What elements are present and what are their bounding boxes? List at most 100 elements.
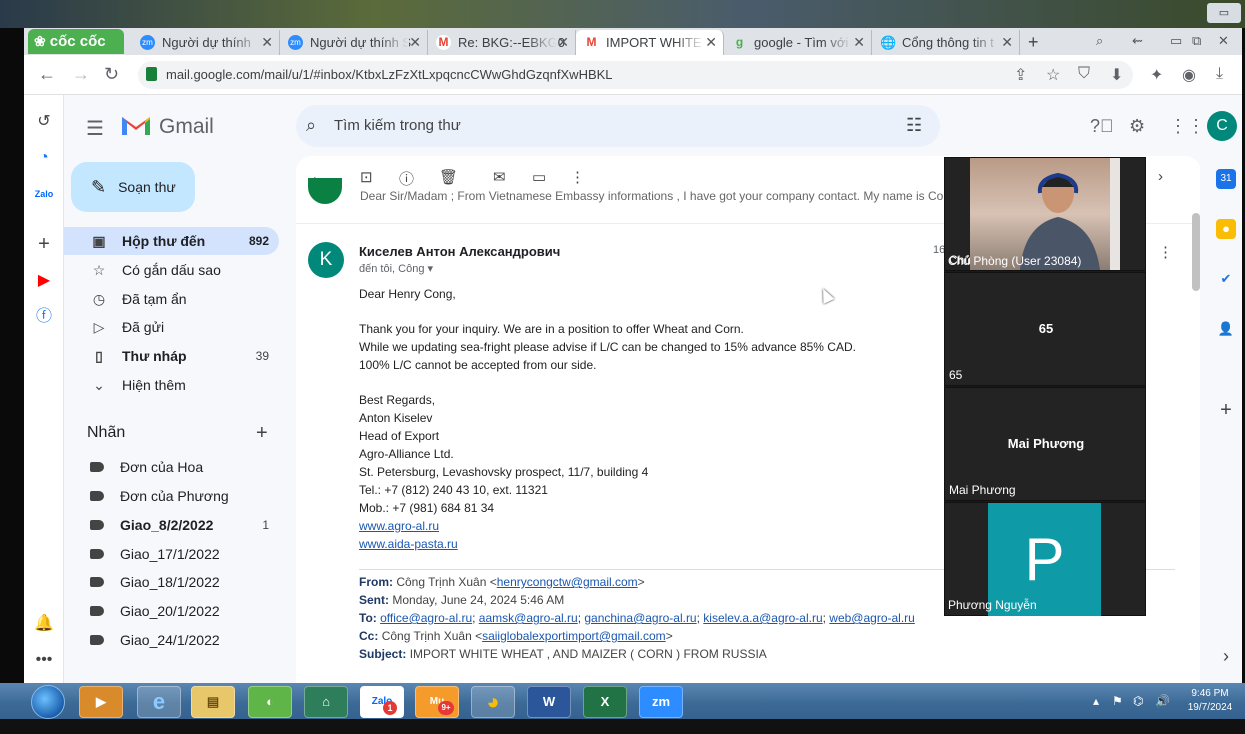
forward-icon[interactable]: → bbox=[72, 64, 90, 85]
new-tab-button[interactable]: + bbox=[1028, 32, 1039, 53]
recipients-toggle[interactable]: đến tôi, Công ▾ bbox=[359, 262, 433, 275]
apps-grid-icon[interactable]: ⋮⋮ bbox=[1169, 116, 1205, 137]
shield-icon[interactable]: ⛉ bbox=[1078, 65, 1090, 83]
gmail-logo-icon[interactable] bbox=[121, 113, 151, 137]
participant-tile-65[interactable]: 65 65 bbox=[944, 272, 1146, 386]
downloads-icon[interactable]: ⤓ bbox=[1216, 65, 1223, 83]
add-label-icon[interactable]: + bbox=[256, 422, 268, 445]
excel-icon[interactable]: X bbox=[583, 686, 627, 718]
back-arrow-small-icon[interactable]: ⇜ bbox=[1132, 33, 1143, 49]
tab-5[interactable]: g google - Tìm với ✕ bbox=[724, 30, 872, 55]
windows-start-button[interactable] bbox=[31, 685, 65, 719]
reload-icon[interactable]: ↻ bbox=[104, 64, 119, 85]
chevron-right-icon[interactable]: › bbox=[1158, 168, 1163, 185]
network-icon[interactable]: ⌬ bbox=[1133, 694, 1143, 708]
label-item[interactable]: Đơn của Hoa bbox=[64, 453, 279, 481]
cc-email-link[interactable]: saiiglobalexportimport@gmail.com bbox=[482, 629, 666, 643]
tab-search-icon[interactable]: ⌕ bbox=[1096, 33, 1103, 49]
word-icon[interactable]: W bbox=[527, 686, 571, 718]
profile-icon[interactable]: ◉ bbox=[1182, 65, 1196, 85]
notifications-bell-icon[interactable]: 🔔 bbox=[34, 614, 54, 634]
nav-snoozed[interactable]: ◷ Đã tạm ẩn bbox=[64, 285, 279, 313]
app-house-icon[interactable]: ⌂ bbox=[304, 686, 348, 718]
extensions-icon[interactable]: ✦ bbox=[1150, 65, 1163, 85]
nav-drafts[interactable]: ▯ Thư nháp 39 bbox=[64, 342, 279, 370]
zalo-icon[interactable]: Zalo bbox=[34, 184, 54, 204]
zalo-taskbar-icon[interactable]: Zalo 1 bbox=[360, 686, 404, 718]
mu-taskbar-icon[interactable]: Mu 9+ bbox=[415, 686, 459, 718]
sender-avatar[interactable]: K bbox=[308, 242, 344, 278]
help-icon[interactable]: ?⃝ bbox=[1090, 116, 1114, 137]
to-email-link[interactable]: web@agro-al.ru bbox=[829, 611, 915, 625]
from-email-link[interactable]: henrycongctw@gmail.com bbox=[497, 575, 638, 589]
close-tab-icon[interactable]: ✕ bbox=[261, 34, 273, 51]
coccoc-brand-button[interactable]: ❀ cốc cốc bbox=[28, 29, 124, 54]
message-more-icon[interactable]: ⋮ bbox=[1158, 243, 1173, 261]
url-input[interactable]: mail.google.com/mail/u/1/#inbox/KtbxLzFz… bbox=[138, 61, 1133, 89]
search-options-icon[interactable]: ☷ bbox=[906, 115, 922, 136]
secure-lock-icon[interactable] bbox=[146, 67, 157, 81]
more-dots-icon[interactable]: ••• bbox=[34, 650, 54, 670]
close-window-icon[interactable]: ✕ bbox=[1218, 33, 1229, 49]
label-item[interactable]: Giao_18/1/2022 bbox=[64, 568, 279, 596]
add-app-icon[interactable]: + bbox=[34, 234, 54, 254]
nav-starred[interactable]: ☆ Có gắn dấu sao bbox=[64, 256, 279, 284]
media-player-icon[interactable]: ▶ bbox=[79, 686, 123, 718]
tab-2[interactable]: zm Người dự thính S ✕ bbox=[280, 30, 428, 55]
collapsed-snippet[interactable]: Dear Sir/Madam ; From Vietnamese Embassy… bbox=[360, 189, 957, 203]
nav-more[interactable]: ⌄ Hiện thêm bbox=[64, 371, 279, 399]
volume-icon[interactable]: 🔊 bbox=[1155, 694, 1170, 708]
expand-panel-icon[interactable]: › bbox=[1216, 646, 1236, 666]
internet-explorer-icon[interactable]: e bbox=[137, 686, 181, 718]
file-explorer-icon[interactable]: ▤ bbox=[191, 686, 235, 718]
search-input[interactable]: Tìm kiếm trong thư bbox=[334, 117, 461, 134]
chrome-icon[interactable]: ◕ bbox=[471, 686, 515, 718]
settings-gear-icon[interactable]: ⚙ bbox=[1129, 116, 1145, 137]
bookmark-star-icon[interactable]: ☆ bbox=[1046, 65, 1060, 85]
calendar-icon[interactable]: 31 bbox=[1216, 169, 1236, 189]
facebook-icon[interactable]: ⓕ bbox=[34, 307, 54, 327]
close-tab-icon[interactable]: ✕ bbox=[853, 34, 865, 51]
keep-icon[interactable]: ● bbox=[1216, 219, 1236, 239]
download-box-icon[interactable]: ⬇ bbox=[1110, 65, 1123, 85]
history-icon[interactable]: ↺ bbox=[34, 112, 54, 132]
label-item[interactable]: Giao_8/2/2022 1 bbox=[64, 511, 279, 539]
system-clock[interactable]: 9:46 PM 19/7/2024 bbox=[1180, 687, 1240, 715]
contacts-icon[interactable]: 👤 bbox=[1216, 319, 1236, 339]
nav-inbox[interactable]: ▣ Hộp thư đến 892 bbox=[64, 227, 279, 255]
coccoc-taskbar-icon[interactable]: ◐ bbox=[248, 686, 292, 718]
participant-tile-mai-phuong[interactable]: Mai Phương Mai Phương bbox=[944, 387, 1146, 501]
sender-name[interactable]: Киселев Антон Александрович bbox=[359, 244, 560, 259]
tab-1[interactable]: zm Người dự thính ✕ bbox=[132, 30, 280, 55]
youtube-icon[interactable]: ▶ bbox=[34, 271, 54, 291]
website-link[interactable]: www.aida-pasta.ru bbox=[359, 537, 458, 551]
label-item[interactable]: Giao_20/1/2022 bbox=[64, 597, 279, 625]
to-email-link[interactable]: ganchina@agro-al.ru bbox=[584, 611, 696, 625]
close-tab-icon[interactable]: ✕ bbox=[1001, 34, 1013, 51]
to-email-link[interactable]: aamsk@agro-al.ru bbox=[479, 611, 578, 625]
back-icon[interactable]: ← bbox=[38, 64, 56, 85]
tray-flag-icon[interactable]: ⚑ bbox=[1112, 694, 1123, 708]
close-tab-icon[interactable]: ✕ bbox=[409, 34, 421, 51]
add-addon-icon[interactable]: + bbox=[1216, 400, 1236, 420]
restore-icon[interactable]: ⧉ bbox=[1192, 33, 1201, 49]
messenger-icon[interactable]: ◔ bbox=[34, 148, 54, 168]
account-avatar[interactable]: C bbox=[1207, 111, 1237, 141]
zoom-taskbar-icon[interactable]: zm bbox=[639, 686, 683, 718]
tasks-icon[interactable]: ✔ bbox=[1216, 269, 1236, 289]
scrollbar-thumb[interactable] bbox=[1192, 213, 1200, 291]
window-minimize-icon[interactable]: ▭ bbox=[1207, 3, 1241, 23]
share-icon[interactable]: ⇪ bbox=[1014, 65, 1027, 85]
website-link[interactable]: www.agro-al.ru bbox=[359, 519, 439, 533]
to-email-link[interactable]: office@agro-al.ru bbox=[380, 611, 472, 625]
tray-arrow-icon[interactable]: ▴ bbox=[1093, 694, 1099, 708]
label-item[interactable]: Giao_17/1/2022 bbox=[64, 540, 279, 568]
search-icon[interactable]: ⌕ bbox=[306, 115, 316, 136]
close-tab-icon[interactable]: ✕ bbox=[557, 34, 569, 51]
minimize-icon[interactable]: ▭ bbox=[1170, 33, 1182, 49]
label-item[interactable]: Giao_24/1/2022 bbox=[64, 626, 279, 654]
nav-sent[interactable]: ▷ Đã gửi bbox=[64, 313, 279, 341]
close-tab-icon[interactable]: ✕ bbox=[705, 34, 717, 51]
main-menu-icon[interactable]: ☰ bbox=[86, 116, 104, 141]
tab-3[interactable]: M Re: BKG:--EBKG0 ✕ bbox=[428, 30, 576, 55]
